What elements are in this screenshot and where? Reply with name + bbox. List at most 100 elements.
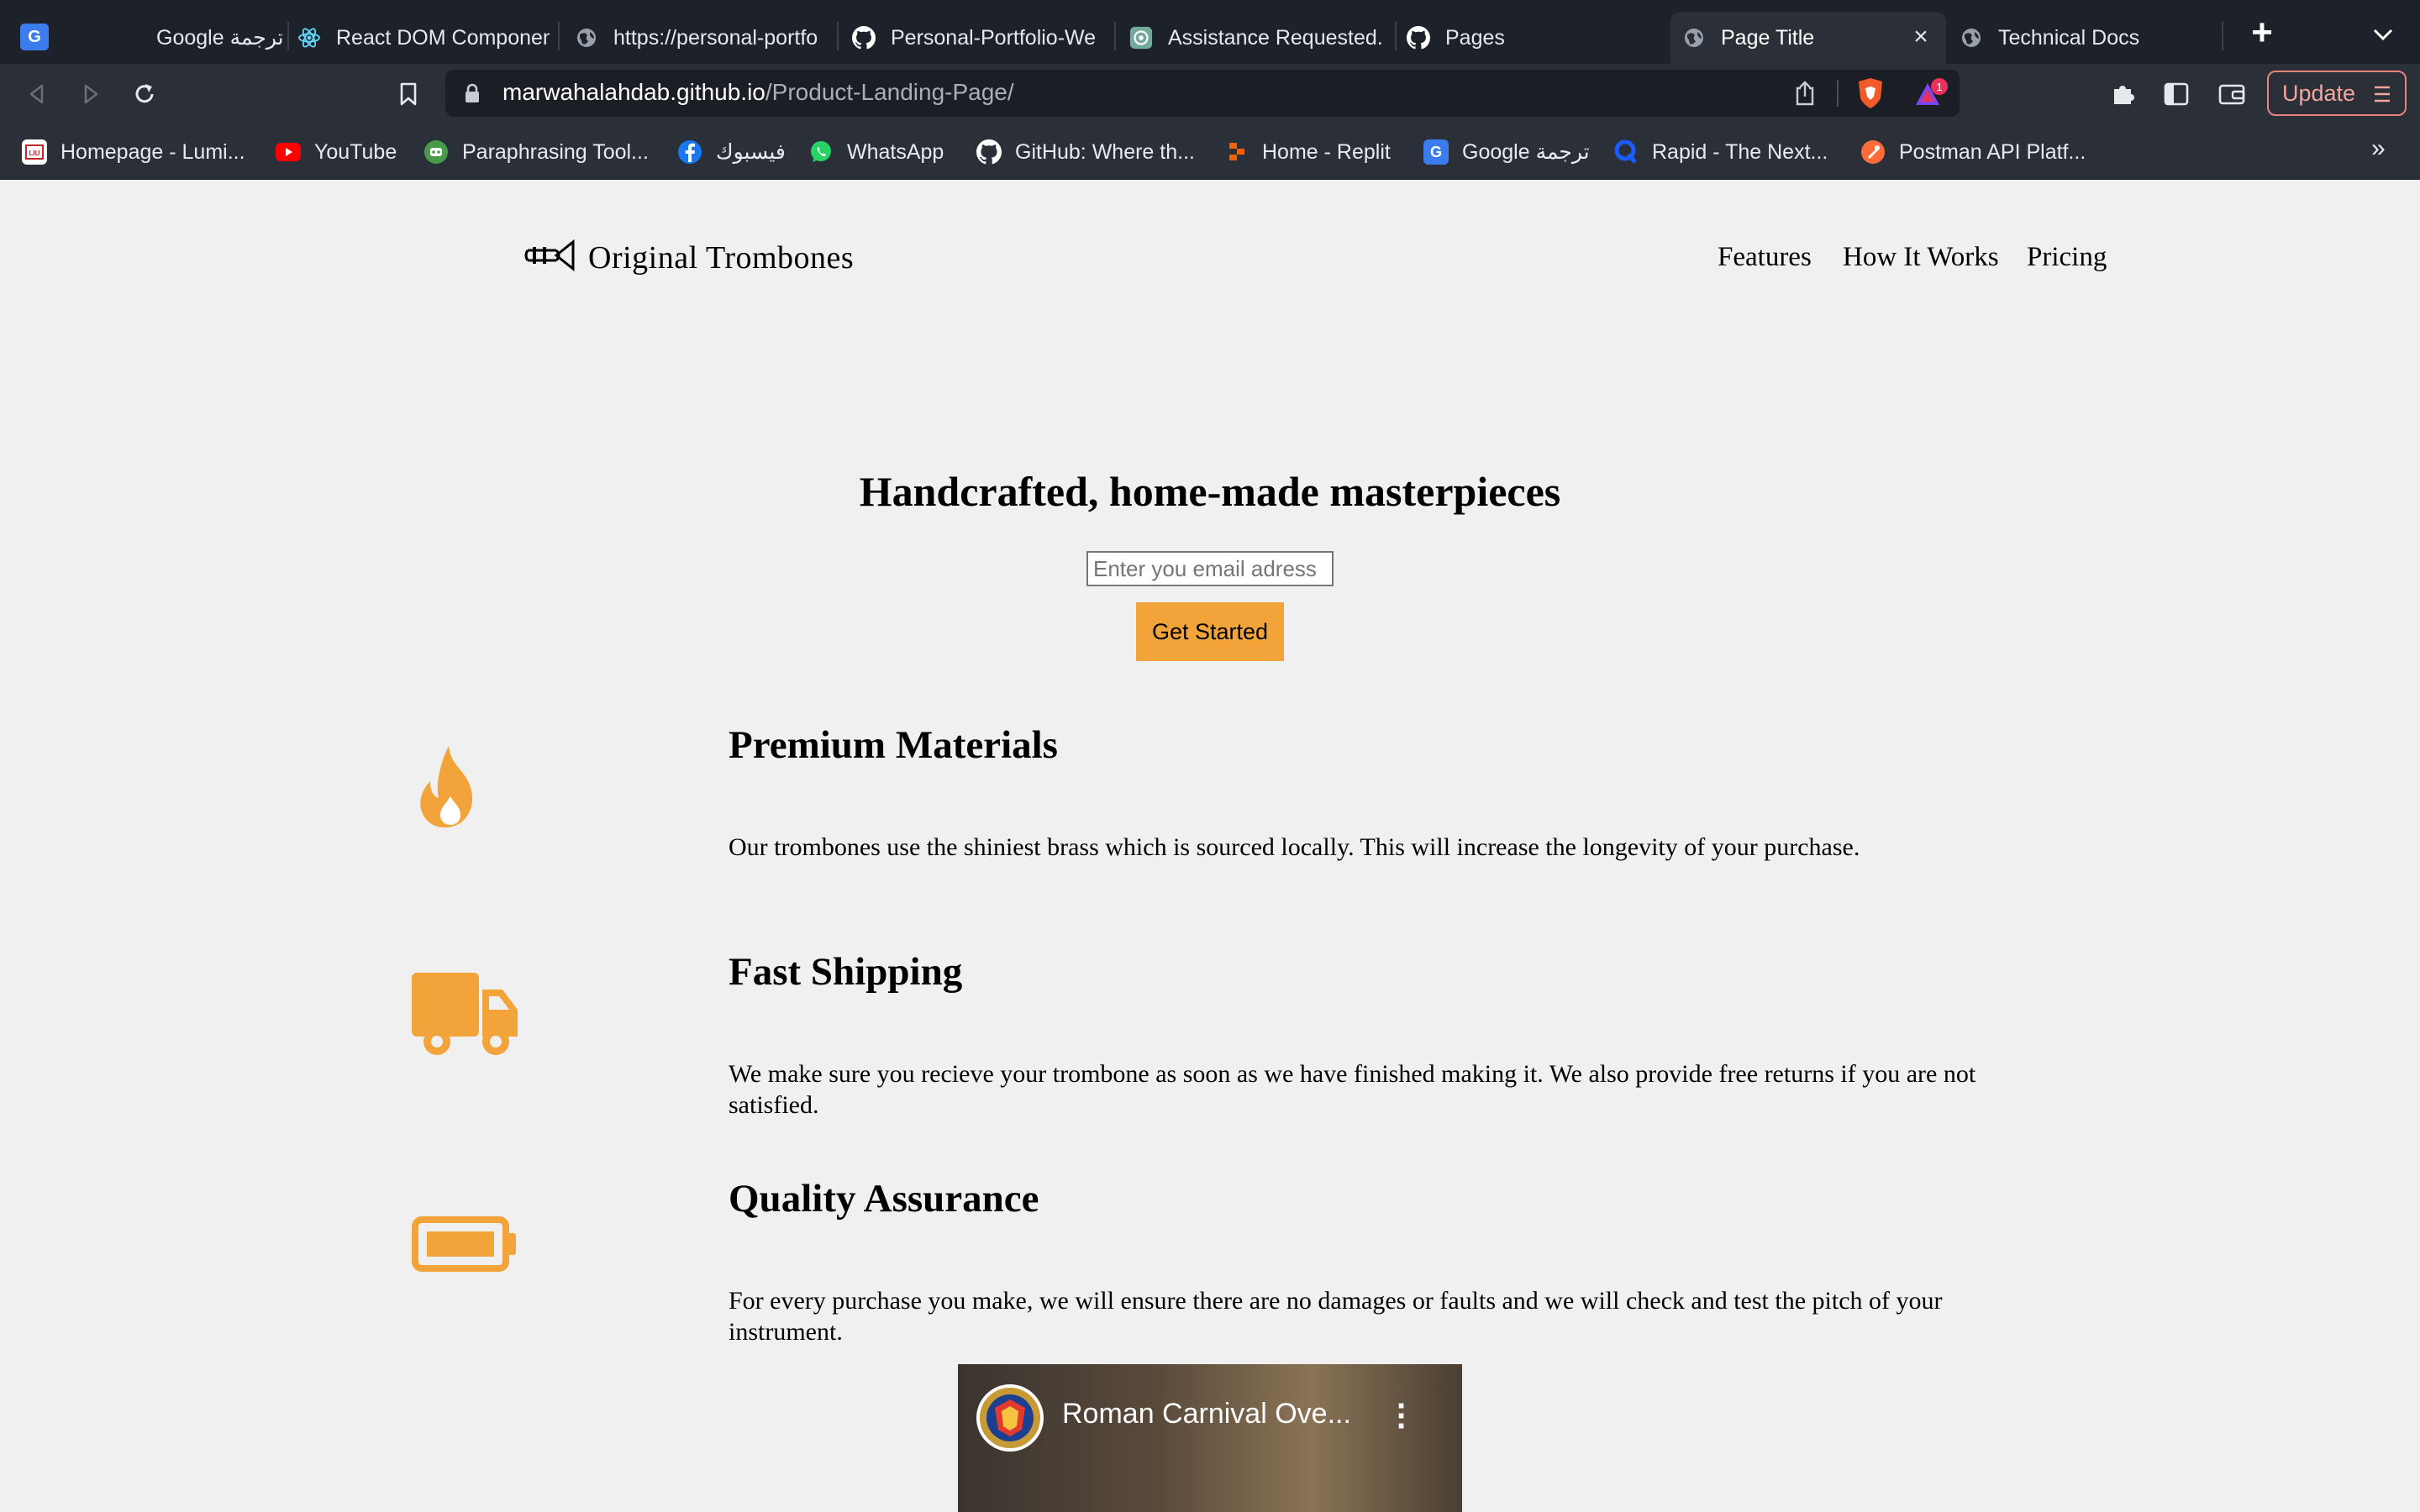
brave-shields-icon[interactable] bbox=[1855, 76, 1886, 114]
extensions-puzzle-icon[interactable] bbox=[2104, 76, 2141, 113]
tab-pages[interactable]: Pages bbox=[1407, 12, 1659, 64]
tab-title: React DOM Componen bbox=[336, 25, 550, 50]
brand-name: Original Trombones bbox=[588, 239, 855, 276]
feature-description: For every purchase you make, we will ens… bbox=[729, 1287, 1943, 1346]
share-icon[interactable] bbox=[1793, 80, 1817, 111]
nav-link-features[interactable]: Features bbox=[1718, 242, 1812, 273]
close-tab-icon[interactable]: × bbox=[1909, 24, 1933, 50]
tab-portfolio-site[interactable]: https://personal-portfo bbox=[575, 12, 830, 64]
browser-toolbar: marwahalahdab.github.io/Product-Landing-… bbox=[0, 64, 2420, 123]
bookmark-paraphrasing[interactable]: Paraphrasing Tool... bbox=[424, 138, 649, 166]
lock-icon[interactable] bbox=[464, 83, 481, 108]
trombone-logo-icon bbox=[524, 239, 576, 276]
globe-icon bbox=[1682, 26, 1706, 50]
video-title[interactable]: Roman Carnival Ove... bbox=[1062, 1398, 1351, 1431]
tab-list-chevron-down-icon[interactable] bbox=[2368, 20, 2398, 49]
sidebar-toggle-icon[interactable] bbox=[2158, 76, 2195, 113]
brave-rewards-icon[interactable]: 1 bbox=[1912, 76, 1949, 114]
fire-icon bbox=[412, 743, 489, 836]
nav-link-how-it-works[interactable]: How It Works bbox=[1843, 242, 1999, 273]
tab-title: Technical Docs bbox=[1998, 25, 2140, 50]
url-host: marwahalahdab.github.io bbox=[502, 79, 765, 105]
tab-separator bbox=[558, 22, 560, 50]
tab-title: https://personal-portfo bbox=[613, 25, 818, 50]
feature-description: We make sure you recieve your trombone a… bbox=[729, 1060, 1976, 1119]
forward-arrow-icon[interactable] bbox=[72, 76, 109, 113]
bookmark-label: WhatsApp bbox=[847, 139, 944, 164]
bookmark-youtube[interactable]: YouTube bbox=[276, 138, 397, 166]
channel-avatar[interactable] bbox=[976, 1384, 1044, 1452]
github-icon bbox=[1407, 26, 1430, 50]
url-text[interactable]: marwahalahdab.github.io/Product-Landing-… bbox=[502, 79, 1014, 106]
browser-tab-strip: G Google ترجمة React DOM Componen https:… bbox=[0, 0, 2420, 64]
omnibox-divider bbox=[1837, 80, 1839, 107]
tab-react-dom[interactable]: React DOM Componen bbox=[297, 12, 550, 64]
bookmark-label: Google ترجمة bbox=[1462, 140, 1590, 164]
bookmark-label: Postman API Platf... bbox=[1899, 139, 2086, 164]
rapid-icon bbox=[1613, 139, 1639, 165]
bookmark-facebook[interactable]: فيسبوك bbox=[677, 138, 786, 166]
tab-separator bbox=[837, 22, 839, 50]
video-embed[interactable]: Roman Carnival Ove... · · · bbox=[958, 1364, 1462, 1512]
react-icon bbox=[297, 26, 321, 50]
tab-title: Google ترجمة bbox=[156, 26, 282, 50]
whatsapp-icon bbox=[808, 139, 834, 165]
site-logo[interactable]: Original Trombones bbox=[524, 239, 854, 276]
tab-title: Pages bbox=[1445, 25, 1505, 50]
feature-title: Fast Shipping bbox=[729, 950, 963, 994]
update-label: Update bbox=[2282, 80, 2356, 106]
reload-icon[interactable] bbox=[126, 76, 163, 113]
bookmark-replit[interactable]: Home - Replit bbox=[1223, 138, 1391, 166]
bookmark-google-translate[interactable]: G Google ترجمة bbox=[1423, 138, 1590, 166]
email-field[interactable] bbox=[1086, 551, 1334, 586]
tab-page-title-active[interactable]: Page Title × bbox=[1670, 12, 1946, 64]
bookmark-label: Paraphrasing Tool... bbox=[462, 139, 649, 164]
globe-icon bbox=[1960, 26, 1983, 50]
tab-separator bbox=[2222, 22, 2223, 50]
nav-link-pricing[interactable]: Pricing bbox=[2027, 242, 2107, 273]
menu-hamburger-icon bbox=[2373, 84, 2391, 110]
new-tab-plus-icon[interactable]: + bbox=[2245, 14, 2279, 51]
tab-technical-docs[interactable]: Technical Docs bbox=[1960, 12, 2212, 64]
wallet-icon[interactable] bbox=[2213, 76, 2250, 113]
tab-separator bbox=[1395, 22, 1397, 50]
hero-title: Handcrafted, home-made masterpieces bbox=[859, 468, 1561, 515]
truck-icon bbox=[412, 973, 521, 1063]
bookmark-lumi[interactable]: LIU Homepage - Lumi... bbox=[22, 138, 245, 166]
bookmark-label: Rapid - The Next... bbox=[1652, 139, 1828, 164]
feature-title: Premium Materials bbox=[729, 723, 1058, 767]
back-arrow-icon[interactable] bbox=[18, 76, 55, 113]
tab-portfolio-repo[interactable]: Personal-Portfolio-We bbox=[852, 12, 1109, 64]
bookmarks-bar: LIU Homepage - Lumi... YouTube Paraphras… bbox=[0, 123, 2420, 180]
lumi-icon: LIU bbox=[22, 139, 47, 165]
bookmark-whatsapp[interactable]: WhatsApp bbox=[808, 138, 944, 166]
video-more-vertical-icon[interactable]: · · · bbox=[1397, 1389, 1407, 1443]
page-viewport: Original Trombones Features How It Works… bbox=[0, 180, 2420, 1512]
get-started-button[interactable]: Get Started bbox=[1136, 602, 1284, 661]
svg-text:1: 1 bbox=[1936, 81, 1942, 93]
bookmarks-overflow-button[interactable]: » bbox=[2371, 134, 2386, 163]
github-icon bbox=[976, 139, 1002, 165]
chatgpt-icon bbox=[1129, 26, 1153, 50]
tab-separator bbox=[287, 22, 289, 50]
tab-google-translate[interactable]: Google ترجمة bbox=[156, 12, 282, 64]
bookmark-label: YouTube bbox=[314, 139, 397, 164]
update-button[interactable]: Update bbox=[2267, 71, 2407, 116]
bookmark-label: فيسبوك bbox=[716, 140, 786, 164]
replit-icon bbox=[1223, 139, 1249, 165]
bookmark-rapid[interactable]: Rapid - The Next... bbox=[1613, 138, 1828, 166]
svg-text:LIU: LIU bbox=[29, 150, 40, 157]
url-path: /Product-Landing-Page/ bbox=[765, 79, 1014, 105]
tab-strip-translate-icon[interactable]: G bbox=[20, 24, 49, 50]
tab-title: Personal-Portfolio-We bbox=[891, 25, 1097, 50]
youtube-icon bbox=[276, 139, 301, 165]
feature-description: Our trombones use the shiniest brass whi… bbox=[729, 833, 1860, 861]
address-bar[interactable]: marwahalahdab.github.io/Product-Landing-… bbox=[445, 70, 1960, 117]
bookmark-page-icon[interactable] bbox=[390, 76, 427, 113]
tab-separator bbox=[1114, 22, 1116, 50]
globe-icon bbox=[575, 26, 598, 50]
tab-assistance[interactable]: Assistance Requested. bbox=[1129, 12, 1390, 64]
bookmark-github[interactable]: GitHub: Where th... bbox=[976, 138, 1195, 166]
bookmark-postman[interactable]: Postman API Platf... bbox=[1860, 138, 2086, 166]
postman-icon bbox=[1860, 139, 1886, 165]
